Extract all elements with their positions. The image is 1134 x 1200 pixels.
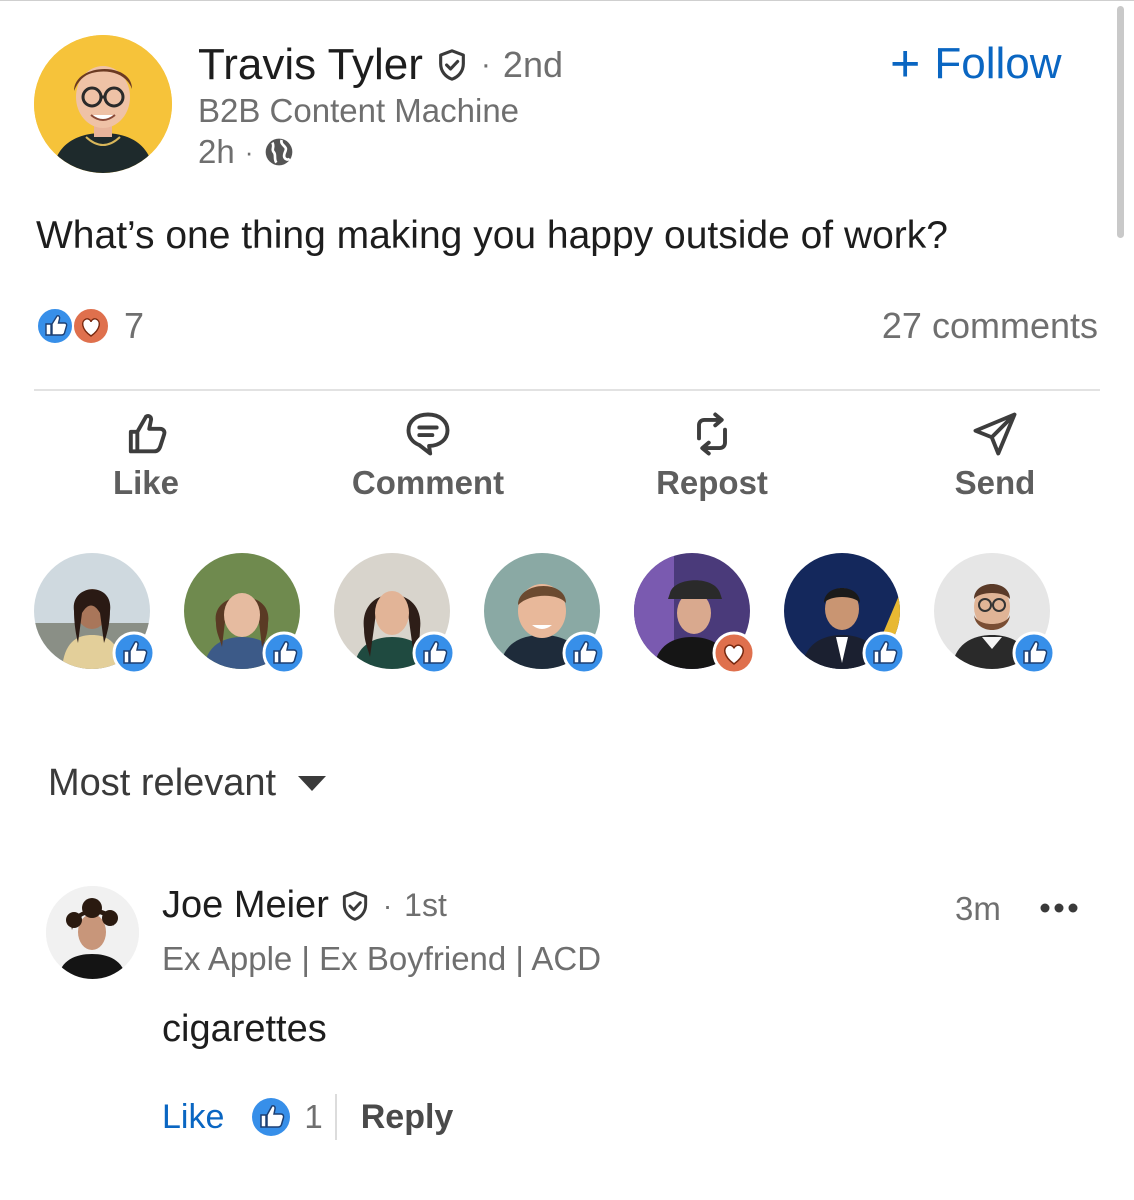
thumbs-up-outline-icon [128,414,167,454]
like-badge-icon [262,631,306,675]
like-badge-icon [862,631,906,675]
comment-sort-dropdown[interactable]: Most relevant [48,762,327,805]
author-headline: B2B Content Machine [198,92,520,129]
separator-dot: · [244,136,254,167]
like-action-button[interactable]: Like [46,408,246,502]
send-action-label: Send [954,464,1036,501]
caret-down-icon [298,776,327,791]
comment-reply-button[interactable]: Reply [361,1098,454,1137]
reactions-summary[interactable]: 7 [36,305,144,347]
separator-dot: · [382,889,393,921]
scrollbar[interactable] [1117,6,1124,238]
commenter-name[interactable]: Joe Meier [162,884,329,927]
comment-actions: Like 1 Reply [162,1094,453,1140]
divider [34,389,1100,391]
reactor-avatar[interactable] [484,553,606,675]
commenter-headline: Ex Apple | Ex Boyfriend | ACD [162,940,602,977]
reactor-avatar[interactable] [334,553,456,675]
like-badge-icon [562,631,606,675]
reactor-avatar[interactable] [184,553,306,675]
like-reaction-icon[interactable] [250,1096,292,1138]
more-options-icon[interactable] [1038,893,1080,923]
reactor-avatar[interactable] [34,553,156,675]
repost-arrows-icon [697,412,727,456]
plus-icon: + [890,35,921,93]
repost-action-label: Repost [656,464,768,501]
comment-action-button[interactable]: Comment [328,408,528,502]
commenter-avatar[interactable] [46,886,139,979]
reactor-avatar[interactable] [634,553,756,675]
send-action-button[interactable]: Send [895,408,1095,502]
like-reaction-icon [36,307,74,345]
like-action-label: Like [112,464,180,501]
reaction-icons [36,307,110,345]
sort-label: Most relevant [48,762,277,804]
comment-like-button[interactable]: Like [162,1098,224,1137]
globe-icon [266,138,293,166]
top-border [0,0,1134,1]
love-reaction-icon [72,307,110,345]
post-time: 2h [198,133,235,170]
commenter-name-line: Joe Meier · 1st [162,884,447,927]
separator-dot: · [480,48,491,81]
author-name[interactable]: Travis Tyler [198,40,423,90]
comment-time: 3m [955,890,1001,927]
author-line: Travis Tyler · 2nd [198,38,563,92]
paper-plane-icon [973,412,1017,456]
post-meta: 2h · [198,133,295,171]
commenter-degree: 1st [404,887,447,923]
comment-bubble-icon [406,412,450,456]
comment-like-count: 1 [304,1098,323,1135]
reactor-avatar[interactable] [784,553,906,675]
repost-action-button[interactable]: Repost [612,408,812,502]
shield-check-icon [342,890,367,921]
comments-count[interactable]: 27 comments [882,305,1098,347]
shield-check-icon [439,49,465,81]
follow-label: Follow [934,39,1062,88]
follow-button[interactable]: + Follow [890,38,1062,90]
like-badge-icon [112,631,156,675]
like-badge-icon [412,631,456,675]
like-badge-icon [1012,631,1056,675]
reactor-avatar[interactable] [934,553,1056,675]
post-text: What’s one thing making you happy outsid… [36,214,948,257]
author-avatar[interactable] [34,35,172,173]
love-badge-icon [712,631,756,675]
comment-action-label: Comment [351,464,505,501]
reaction-count: 7 [124,305,145,346]
action-separator [334,1094,337,1140]
connection-degree: 2nd [502,44,563,85]
comment-text: cigarettes [162,1008,327,1050]
